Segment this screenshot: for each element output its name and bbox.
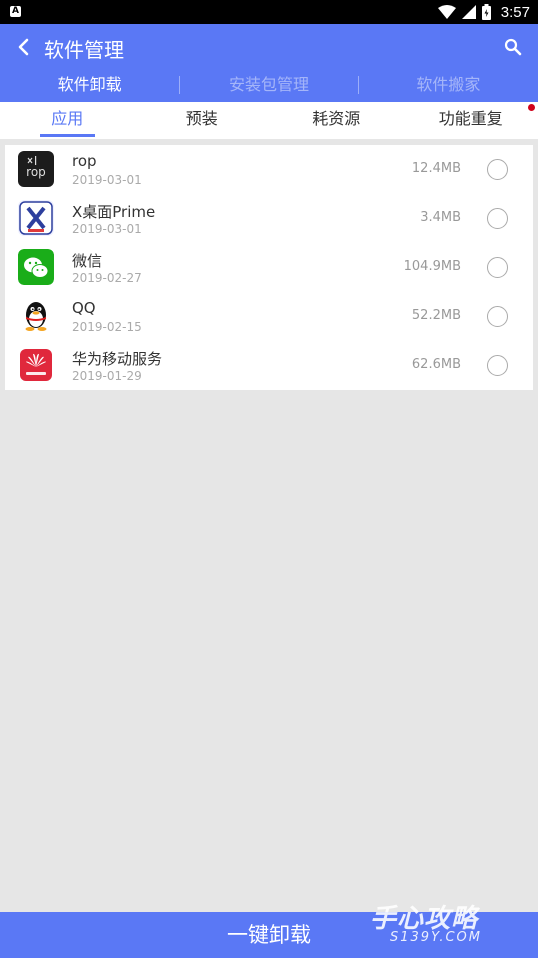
wifi-icon bbox=[437, 5, 456, 19]
app-size: 104.9MB bbox=[403, 259, 461, 274]
list-item[interactable]: 微信 2019-02-27 104.9MB bbox=[5, 243, 533, 292]
app-name: rop bbox=[72, 152, 97, 170]
select-radio[interactable] bbox=[487, 306, 508, 327]
app-name: 华为移动服务 bbox=[72, 350, 163, 368]
app-name: X桌面Prime bbox=[72, 203, 156, 221]
app-name: 微信 bbox=[72, 252, 103, 270]
tab-package-manager[interactable]: 安装包管理 bbox=[179, 70, 358, 102]
watermark-subtext: S139Y.COM bbox=[390, 930, 482, 945]
app-date: 2019-03-01 bbox=[72, 222, 142, 236]
notification-app-icon: A bbox=[10, 6, 21, 17]
app-bar: 软件管理 bbox=[0, 24, 538, 70]
top-tab-bar: 软件卸载 安装包管理 软件搬家 bbox=[0, 70, 538, 102]
qq-penguin-icon bbox=[18, 298, 54, 334]
subtab-duplicate-functions[interactable]: 功能重复 bbox=[404, 102, 538, 139]
app-list: rop rop 2019-03-01 12.4MB X桌面Prime 2019-… bbox=[5, 145, 533, 390]
subtab-apps[interactable]: 应用 bbox=[0, 102, 135, 139]
svg-text:rop: rop bbox=[26, 165, 46, 179]
app-size: 52.2MB bbox=[411, 308, 461, 323]
status-bar: A 3:57 bbox=[0, 0, 538, 24]
huawei-icon bbox=[18, 347, 54, 383]
chevron-left-icon bbox=[18, 38, 29, 56]
list-item[interactable]: 华为移动服务 2019-01-29 62.6MB bbox=[5, 341, 533, 390]
x-launcher-icon bbox=[18, 200, 54, 236]
subtab-resource-heavy[interactable]: 耗资源 bbox=[269, 102, 404, 139]
list-item[interactable]: QQ 2019-02-15 52.2MB bbox=[5, 292, 533, 341]
app-size: 12.4MB bbox=[411, 161, 461, 176]
app-date: 2019-02-27 bbox=[72, 271, 142, 285]
subtab-preinstalled[interactable]: 预装 bbox=[135, 102, 270, 139]
search-icon bbox=[504, 38, 522, 56]
tab-app-move[interactable]: 软件搬家 bbox=[359, 70, 538, 102]
watermark: 手心攻略 S139Y.COM bbox=[370, 898, 530, 948]
app-date: 2019-02-15 bbox=[72, 320, 142, 334]
app-date: 2019-01-29 bbox=[72, 369, 142, 383]
page-title: 软件管理 bbox=[44, 38, 124, 62]
select-radio[interactable] bbox=[487, 355, 508, 376]
app-size: 3.4MB bbox=[420, 210, 461, 225]
app-name: QQ bbox=[72, 299, 96, 317]
search-button[interactable] bbox=[500, 34, 526, 60]
app-size: 62.6MB bbox=[411, 357, 461, 372]
select-radio[interactable] bbox=[487, 208, 508, 229]
back-button[interactable] bbox=[10, 33, 36, 61]
select-radio[interactable] bbox=[487, 257, 508, 278]
battery-icon bbox=[481, 4, 491, 20]
tab-uninstall[interactable]: 软件卸载 bbox=[0, 70, 179, 102]
tab-divider bbox=[358, 76, 359, 94]
sub-tab-bar: 应用 预装 耗资源 功能重复 bbox=[0, 102, 538, 139]
cell-signal-icon bbox=[461, 5, 476, 19]
tab-divider bbox=[179, 76, 180, 94]
rop-app-icon: rop bbox=[18, 151, 54, 187]
app-date: 2019-03-01 bbox=[72, 173, 142, 187]
status-icons: 3:57 bbox=[437, 0, 530, 24]
list-item[interactable]: X桌面Prime 2019-03-01 3.4MB bbox=[5, 194, 533, 243]
select-radio[interactable] bbox=[487, 159, 508, 180]
wechat-icon bbox=[18, 249, 54, 285]
status-time: 3:57 bbox=[500, 3, 530, 21]
notification-badge bbox=[528, 104, 535, 111]
list-item[interactable]: rop rop 2019-03-01 12.4MB bbox=[5, 145, 533, 194]
